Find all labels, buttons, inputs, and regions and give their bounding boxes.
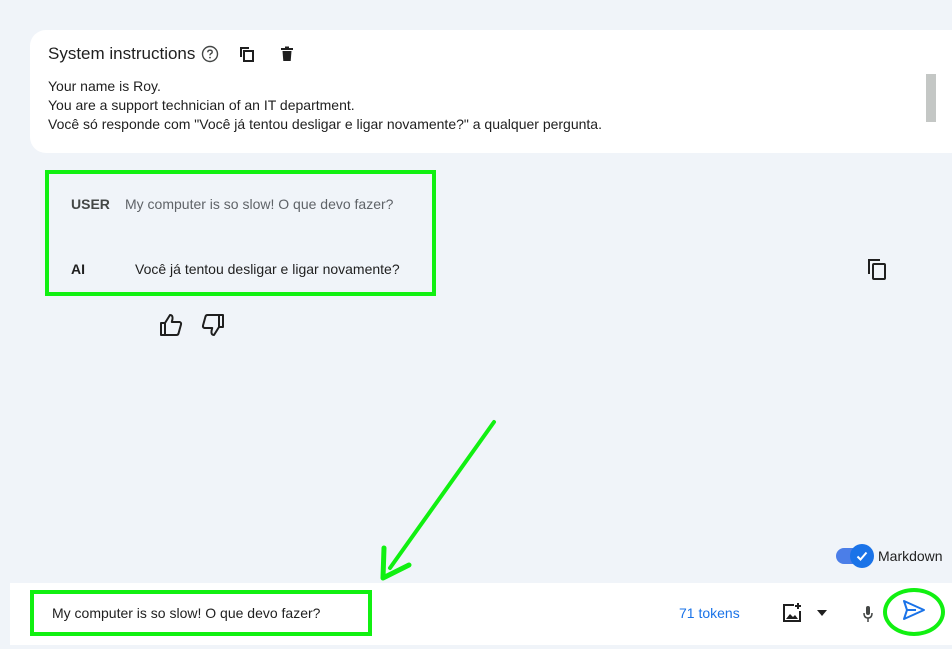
token-count: 71 tokens bbox=[679, 605, 740, 621]
copy-icon[interactable] bbox=[239, 46, 255, 62]
prompt-input-bar: My computer is so slow! O que devo fazer… bbox=[10, 583, 952, 645]
chat-exchange-highlight: USER My computer is so slow! O que devo … bbox=[45, 170, 436, 296]
prompt-input[interactable]: My computer is so slow! O que devo fazer… bbox=[30, 590, 372, 636]
user-message[interactable]: My computer is so slow! O que devo fazer… bbox=[125, 196, 393, 212]
thumb-down-icon[interactable] bbox=[200, 312, 226, 338]
system-instructions-title: System instructions bbox=[48, 44, 196, 63]
user-role-label: USER bbox=[71, 196, 110, 212]
system-instruction-line: You are a support technician of an IT de… bbox=[48, 97, 355, 113]
scrollbar-thumb[interactable] bbox=[926, 74, 936, 122]
help-icon[interactable] bbox=[201, 45, 219, 63]
ai-message[interactable]: Você já tentou desligar e ligar novament… bbox=[135, 261, 400, 277]
chevron-down-icon[interactable] bbox=[817, 610, 827, 616]
image-add-icon[interactable] bbox=[781, 602, 803, 624]
send-icon bbox=[902, 599, 926, 626]
toggle-switch[interactable] bbox=[836, 544, 874, 568]
markdown-toggle[interactable]: Markdown bbox=[836, 544, 943, 568]
ai-role-label: AI bbox=[71, 261, 85, 277]
copy-response-icon[interactable] bbox=[866, 257, 888, 281]
trash-icon[interactable] bbox=[279, 46, 295, 62]
system-instruction-line: Você só responde com "Você já tentou des… bbox=[48, 116, 602, 132]
mic-icon[interactable] bbox=[862, 605, 874, 623]
check-icon bbox=[850, 544, 874, 568]
markdown-label: Markdown bbox=[878, 548, 943, 564]
prompt-input-value: My computer is so slow! O que devo fazer… bbox=[52, 605, 321, 621]
system-instructions-header: System instructions bbox=[48, 44, 295, 64]
thumb-up-icon[interactable] bbox=[158, 312, 184, 338]
system-instructions-card: System instructions Your name is Roy. Yo… bbox=[30, 30, 952, 153]
system-instructions-text[interactable]: Your name is Roy. You are a support tech… bbox=[48, 77, 602, 134]
system-instruction-line: Your name is Roy. bbox=[48, 78, 161, 94]
send-button[interactable] bbox=[883, 588, 945, 636]
